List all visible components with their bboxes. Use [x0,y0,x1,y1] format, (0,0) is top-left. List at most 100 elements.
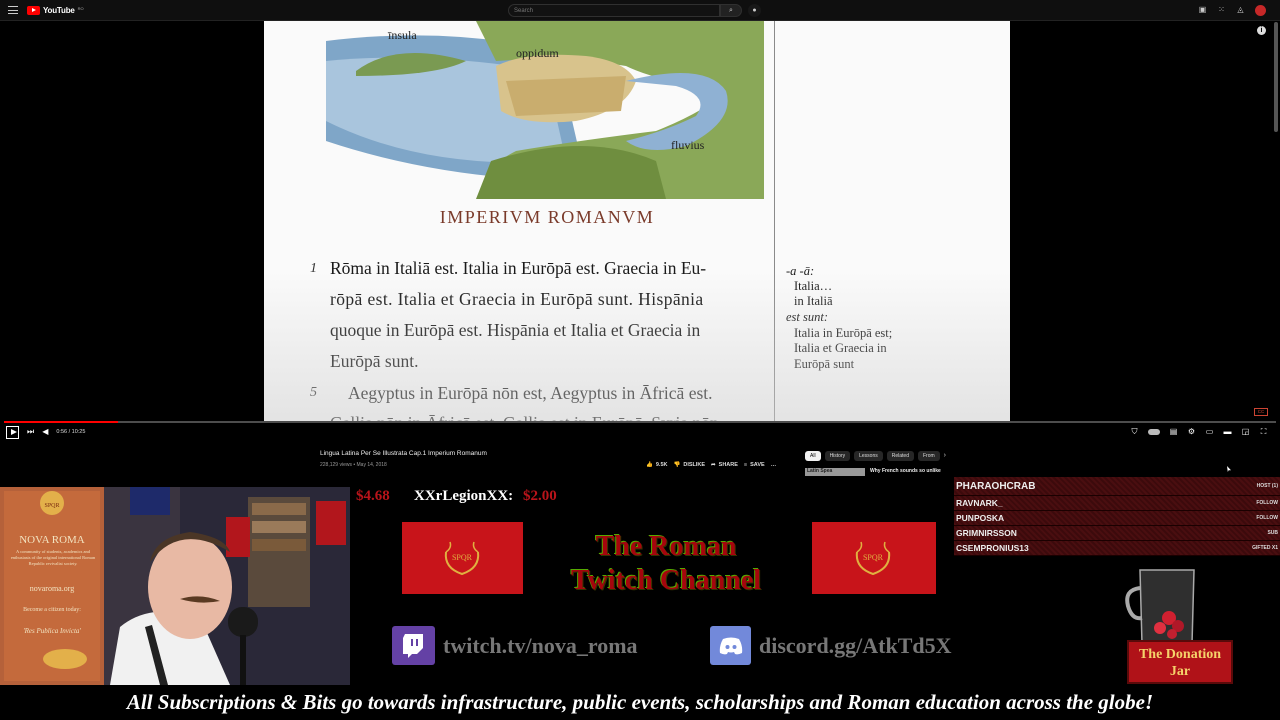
share-icon: ➦ [711,462,716,468]
event-name: PHARAOHCRAB [956,480,1036,492]
poster-title: NOVA ROMA [19,534,85,546]
spqr-text: SPQR [863,553,884,562]
autoplay-toggle[interactable] [1148,429,1160,435]
chapter-title: IMPERIVM ROMANVM [439,207,655,227]
chip-related[interactable]: Related [886,451,914,461]
player-controls-right: ⛉ ▤ ⚙ ▭ ▬ ◲ ⛶ [1130,424,1268,440]
spqr-wreath-icon: SPQR [855,541,891,576]
event-row: GRIMNIRSSON SUB [954,526,1280,541]
margin-note: Eurōpā sunt [794,357,855,371]
webcam-image: SPQR NOVA ROMA A community of students, … [0,487,350,685]
dislike-button[interactable]: 👎 DISLIKE [673,462,705,468]
progress-bar[interactable] [4,421,1276,423]
create-video-icon[interactable]: ▣ [1198,5,1207,14]
event-type: HOST (1) [1256,483,1278,489]
poster-motto: 'Res Publica Invicta' [23,627,81,635]
stream-screen: YouTube RO Search ⌕ ● ▣ ⁙ ◬ i īnsula opp… [0,0,1280,720]
donation-total: $4.68 [356,488,390,504]
more-actions-button[interactable]: … [771,462,777,468]
top-donor-name: XXrLegionXX: [414,488,514,504]
twitch-url: twitch.tv/nova_roma [443,632,638,658]
poster-body: A community of students, academics and e… [10,549,96,566]
jar-label-line1: The Donation [1138,647,1222,662]
share-button[interactable]: ➦ SHARE [711,462,738,468]
play-button[interactable] [6,425,19,439]
margin-note: -a -ā: [786,264,815,278]
recent-events-list: PHARAOHCRAB HOST (1) RAVNARK_ FOLLOW PUN… [954,477,1280,556]
video-frame-book-page: īnsula oppidum fluvius IMPERIVM ROMANVM … [264,21,1010,421]
event-type: SUB [1267,530,1278,536]
spqr-banner-left: SPQR [402,522,523,594]
thumbs-up-icon: 👍 [646,462,653,468]
margin-note: in Italiā [794,294,833,308]
like-count: 9.5K [655,462,668,468]
captions-icon[interactable]: ▤ [1169,428,1178,436]
text-line: Aegyptus in Eurōpā nōn est, Aegyptus in … [348,383,713,403]
search-input[interactable]: Search [508,4,720,17]
margin-note: Italia et Graecia in [794,341,887,355]
margin-note: Italia in Eurōpā est; [794,326,893,340]
jar-label-line2: Jar [1169,664,1191,679]
poster-spqr: SPQR [44,503,59,509]
label-oppidum: oppidum [516,46,559,60]
video-meta: 228,129 views • May 14, 2018 [320,462,387,468]
event-type: FOLLOW [1256,500,1278,506]
line-number: 5 [310,385,317,400]
spqr-wreath-icon: SPQR [444,541,480,576]
youtube-logo-text: YouTube [43,6,75,15]
city-river-illustration: īnsula oppidum fluvius [326,21,764,199]
margin-note: Italia… [794,279,833,293]
share-label: SHARE [718,462,738,468]
menu-icon[interactable] [8,6,18,14]
info-icon[interactable]: i [1257,26,1266,35]
event-row: CSEMPRONIUS13 GIFTED X1 [954,541,1280,556]
notifications-bell-icon[interactable]: ◬ [1236,5,1245,14]
thumbs-down-icon: 👎 [673,462,681,468]
channel-title: The Roman Twitch Channel [538,530,794,598]
mouse-cursor-icon [1227,466,1231,472]
chevron-right-icon[interactable]: › [944,451,946,461]
chip-all[interactable]: All [805,451,821,461]
progress-fill [4,421,119,423]
event-row: RAVNARK_ FOLLOW [954,496,1280,511]
event-name: CSEMPRONIUS13 [956,543,1029,553]
apps-grid-icon[interactable]: ⁙ [1217,5,1226,14]
search-button[interactable]: ⌕ [720,4,742,17]
donation-jar-label: The Donation Jar [1127,640,1233,684]
save-label: SAVE [750,462,765,468]
chip-from[interactable]: From [917,451,940,461]
chip-lessons[interactable]: Lessons [854,451,883,461]
account-avatar[interactable] [1255,5,1266,16]
text-line: quoque in Eurōpā est. Hispānia et Italia… [330,320,701,340]
subtitles-badge-icon[interactable]: CC [1254,408,1268,416]
line-number: 1 [310,261,317,276]
spqr-text: SPQR [452,553,473,562]
event-name: PUNPOSKA [956,513,1005,523]
settings-gear-icon[interactable]: ⚙ [1187,428,1196,436]
cast-icon[interactable]: ◲ [1241,428,1250,436]
text-line: rōpā est. Italia et Graecia in Eurōpā su… [330,289,704,309]
save-button[interactable]: ≡ SAVE [744,462,765,468]
chip-history[interactable]: History [824,451,851,461]
volume-icon[interactable]: ◀ [42,427,48,437]
margin-divider [774,21,775,421]
theater-mode-icon[interactable]: ▬ [1223,428,1232,436]
youtube-play-icon [27,6,40,15]
shield-icon[interactable]: ⛉ [1130,428,1139,436]
channel-title-line1: The Roman [595,531,737,562]
fullscreen-icon[interactable]: ⛶ [1259,428,1268,436]
miniplayer-icon[interactable]: ▭ [1205,428,1214,436]
microphone-icon[interactable]: ● [748,4,761,17]
label-fluvius: fluvius [671,138,705,152]
youtube-country-code: RO [77,5,84,11]
save-icon: ≡ [743,462,748,468]
youtube-header: YouTube RO Search ⌕ ● ▣ ⁙ ◬ [0,0,1280,21]
recommended-thumbnail[interactable]: Latin Spea [805,468,865,476]
video-actions: 👍 9.5K 👎 DISLIKE ➦ SHARE ≡ SAVE … [646,462,776,468]
youtube-logo[interactable]: YouTube RO [27,5,84,16]
recommended-title[interactable]: Why French sounds so unlike [870,468,941,474]
scrollbar[interactable] [1274,22,1278,132]
like-button[interactable]: 👍 9.5K [646,462,667,468]
event-type: GIFTED X1 [1252,545,1278,551]
next-icon[interactable]: ⏭ [27,427,34,437]
